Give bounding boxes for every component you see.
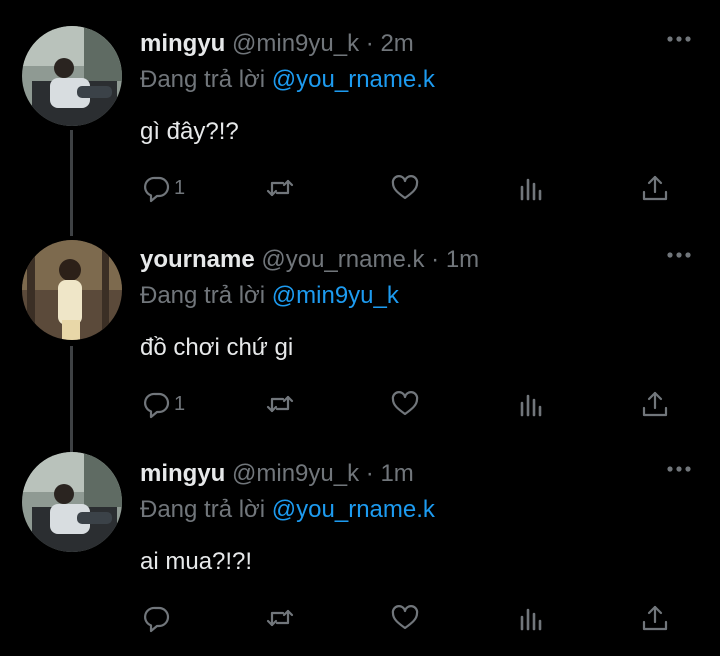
mention-link[interactable]: @you_rname.k [272,496,435,523]
more-icon[interactable] [666,250,692,260]
replying-label: Đang trả lời [140,66,266,93]
share-button[interactable] [640,388,670,420]
analytics-icon [520,178,542,201]
replying-to: Đang trả lời @min9yu_k [140,282,399,310]
avatar[interactable] [22,452,122,552]
timestamp[interactable]: 2m [380,30,413,57]
tweet-text: ai mua?!?! [140,548,253,575]
tweet-text: gì đây?!? [140,118,239,145]
replying-label: Đang trả lời [140,282,266,309]
replying-to: Đang trả lời @you_rname.k [140,66,435,94]
avatar[interactable] [22,26,122,126]
reply-icon [144,176,170,203]
display-name[interactable]: mingyu [140,30,225,57]
more-icon[interactable] [666,464,692,474]
separator-dot: · [365,460,374,487]
separator-dot: · [365,30,374,57]
like-button[interactable] [390,388,420,420]
tweet[interactable]: mingyu @min9yu_k · 1m Đang trả lời @you_… [0,452,720,640]
retweet-icon [266,395,294,413]
timestamp[interactable]: 1m [380,460,413,487]
retweet-icon [266,609,294,627]
reply-count: 1 [174,176,186,199]
separator-dot: · [431,246,440,273]
user-handle[interactable]: @min9yu_k [232,30,359,57]
like-button[interactable] [390,172,420,204]
action-bar: 1 [140,172,680,204]
display-name[interactable]: mingyu [140,460,225,487]
tweet[interactable]: yourname @you_rname.k · 1m Đang trả lời … [0,240,720,426]
replying-label: Đang trả lời [140,496,266,523]
user-handle[interactable]: @min9yu_k [232,460,359,487]
mention-link[interactable]: @you_rname.k [272,66,435,93]
analytics-button[interactable] [516,602,546,634]
retweet-icon [266,179,294,197]
retweet-button[interactable] [265,172,295,204]
analytics-icon [520,394,542,417]
retweet-button[interactable] [265,602,295,634]
analytics-button[interactable] [516,172,546,204]
retweet-button[interactable] [265,388,295,420]
reply-icon [144,392,170,419]
display-name[interactable]: yourname [140,246,255,273]
mention-link[interactable]: @min9yu_k [272,282,399,309]
share-button[interactable] [640,602,670,634]
share-icon [642,391,668,417]
reply-icon [144,606,170,633]
reply-button[interactable]: 1 [142,388,185,420]
analytics-button[interactable] [516,388,546,420]
share-button[interactable] [640,172,670,204]
analytics-icon [520,608,542,631]
share-icon [642,175,668,201]
avatar[interactable] [22,240,122,340]
replying-to: Đang trả lời @you_rname.k [140,496,435,524]
action-bar [140,602,680,634]
like-button[interactable] [390,602,420,634]
reply-count: 1 [174,392,186,415]
reply-button[interactable] [142,602,174,634]
like-icon [391,605,419,630]
like-icon [391,391,419,416]
tweet[interactable]: mingyu @min9yu_k · 2m Đang trả lời @you_… [0,26,720,210]
reply-button[interactable]: 1 [142,172,185,204]
timestamp[interactable]: 1m [446,246,479,273]
more-icon[interactable] [666,34,692,44]
share-icon [642,605,668,631]
action-bar: 1 [140,388,680,420]
like-icon [391,175,419,200]
user-handle[interactable]: @you_rname.k [261,246,424,273]
tweet-text: đồ chơi chứ gi [140,334,294,361]
